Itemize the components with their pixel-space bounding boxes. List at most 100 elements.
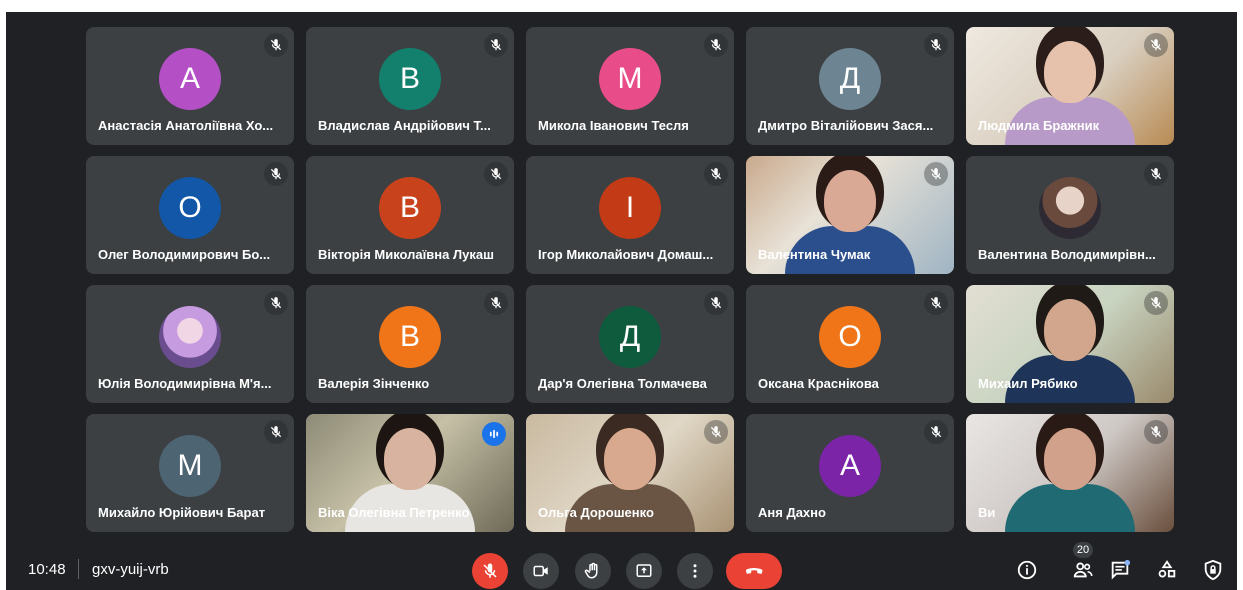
- participant-tile[interactable]: І Ігор Миколайович Домаш...: [526, 156, 734, 274]
- participant-name: Вікторія Миколаївна Лукаш: [318, 247, 494, 262]
- muted-mic-icon: [264, 420, 288, 444]
- muted-mic-icon: [1144, 33, 1168, 57]
- activities-button[interactable]: [1154, 557, 1180, 583]
- participant-name: Дмитро Віталійович Зася...: [758, 118, 934, 133]
- participant-tile[interactable]: Валентина Чумак: [746, 156, 954, 274]
- participant-name: Валентина Володимирівн...: [978, 247, 1156, 262]
- camera-toggle-button[interactable]: [523, 553, 559, 589]
- participant-name: Ігор Миколайович Домаш...: [538, 247, 714, 262]
- participant-name: Михайло Юрійович Барат: [98, 505, 266, 520]
- separator: [78, 559, 79, 579]
- avatar: Д: [599, 305, 661, 368]
- avatar: М: [599, 47, 661, 110]
- chat-button[interactable]: [1107, 557, 1133, 583]
- leave-call-button[interactable]: [726, 553, 782, 589]
- raise-hand-icon: [584, 562, 598, 579]
- muted-mic-icon: [1144, 420, 1168, 444]
- meet-window: А Анастасія Анатоліївна Хо... В Владислав А…: [6, 12, 1237, 590]
- muted-mic-icon: [704, 291, 728, 315]
- muted-mic-icon: [484, 291, 508, 315]
- host-controls-icon: [1204, 559, 1222, 581]
- participant-tile[interactable]: В Вікторія Миколаївна Лукаш: [306, 156, 514, 274]
- participant-tile[interactable]: О Оксана Краснікова: [746, 285, 954, 403]
- avatar: О: [159, 176, 221, 239]
- avatar: І: [599, 176, 661, 239]
- participant-tile[interactable]: А Анастасія Анатоліївна Хо...: [86, 27, 294, 145]
- leave-call-icon: [745, 568, 763, 574]
- muted-mic-icon: [484, 162, 508, 186]
- participant-name: Віка Олегівна Петренко: [318, 505, 470, 520]
- participant-name: Валерія Зінченко: [318, 376, 430, 391]
- muted-mic-icon: [264, 33, 288, 57]
- avatar: В: [379, 47, 441, 110]
- participant-count-badge: 20: [1073, 542, 1093, 558]
- mic-toggle-button[interactable]: [472, 553, 508, 589]
- chat-icon: [1111, 559, 1131, 580]
- participant-tile[interactable]: Валентина Володимирівн...: [966, 156, 1174, 274]
- participant-tile[interactable]: Д Дмитро Віталійович Зася...: [746, 27, 954, 145]
- participant-name: Оксана Краснікова: [758, 376, 879, 391]
- muted-mic-icon: [1144, 162, 1168, 186]
- participant-name: Владислав Андрійович Т...: [318, 118, 491, 133]
- meeting-details-button[interactable]: [1014, 557, 1040, 583]
- participant-tile[interactable]: Віка Олегівна Петренко: [306, 414, 514, 532]
- participant-name: Валентина Чумак: [758, 247, 871, 262]
- participant-name: Аня Дахно: [758, 505, 826, 520]
- participant-tile[interactable]: М Микола Іванович Тесля: [526, 27, 734, 145]
- participant-name: Ви: [978, 505, 996, 520]
- speaking-indicator-icon: [482, 422, 506, 446]
- host-controls-button[interactable]: [1200, 557, 1226, 583]
- muted-mic-icon: [704, 162, 728, 186]
- avatar: Д: [819, 47, 881, 110]
- participant-tile[interactable]: Юлія Володимирівна М'я...: [86, 285, 294, 403]
- mic-off-icon: [483, 563, 497, 578]
- muted-mic-icon: [264, 291, 288, 315]
- participant-name: Дар'я Олегівна Толмачева: [538, 376, 707, 391]
- participant-tile[interactable]: В Валерія Зінченко: [306, 285, 514, 403]
- meeting-time: 10:48: [28, 561, 66, 578]
- muted-mic-icon: [1144, 291, 1168, 315]
- participant-tile[interactable]: В Владислав Андрійович Т...: [306, 27, 514, 145]
- participant-tile[interactable]: Ольга Дорошенко: [526, 414, 734, 532]
- participant-name: Ольга Дорошенко: [538, 505, 654, 520]
- activities-icon: [1158, 560, 1176, 578]
- participant-name: Микола Іванович Тесля: [538, 118, 689, 133]
- info-icon: [1017, 560, 1037, 580]
- muted-mic-icon: [924, 162, 948, 186]
- participant-tile[interactable]: А Аня Дахно: [746, 414, 954, 532]
- participant-tile[interactable]: Д Дар'я Олегівна Толмачева: [526, 285, 734, 403]
- participant-name: Анастасія Анатоліївна Хо...: [98, 118, 274, 133]
- participant-tile[interactable]: О Олег Володимирович Бо...: [86, 156, 294, 274]
- present-screen-icon: [636, 564, 652, 577]
- participant-name: Михаил Рябико: [978, 376, 1078, 391]
- participant-tile[interactable]: Михаил Рябико: [966, 285, 1174, 403]
- participant-tile[interactable]: М Михайло Юрійович Барат: [86, 414, 294, 532]
- bottom-bar: 10:48 gxv-yuij-vrb 20: [6, 542, 1237, 590]
- avatar: О: [819, 305, 881, 368]
- avatar: В: [379, 305, 441, 368]
- muted-mic-icon: [704, 33, 728, 57]
- avatar: А: [159, 47, 221, 110]
- avatar: М: [159, 434, 221, 497]
- camera-icon: [533, 565, 548, 577]
- participant-name: Олег Володимирович Бо...: [98, 247, 271, 262]
- muted-mic-icon: [924, 291, 948, 315]
- people-button[interactable]: [1070, 557, 1096, 583]
- avatar: А: [819, 434, 881, 497]
- muted-mic-icon: [264, 162, 288, 186]
- participant-name: Людмила Бражник: [978, 118, 1100, 133]
- avatar-photo: [159, 305, 221, 368]
- participant-grid: А Анастасія Анатоліївна Хо... В Владислав А…: [86, 27, 1174, 532]
- present-screen-button[interactable]: [626, 553, 662, 589]
- participant-tile[interactable]: Ви: [966, 414, 1174, 532]
- muted-mic-icon: [484, 33, 508, 57]
- avatar: В: [379, 176, 441, 239]
- participant-tile[interactable]: Людмила Бражник: [966, 27, 1174, 145]
- participant-name: Юлія Володимирівна М'я...: [98, 376, 272, 391]
- muted-mic-icon: [924, 33, 948, 57]
- raise-hand-button[interactable]: [575, 553, 611, 589]
- more-options-icon: [693, 564, 697, 578]
- avatar-photo: [1039, 176, 1101, 239]
- more-options-button[interactable]: [677, 553, 713, 589]
- meeting-code: gxv-yuij-vrb: [92, 561, 169, 578]
